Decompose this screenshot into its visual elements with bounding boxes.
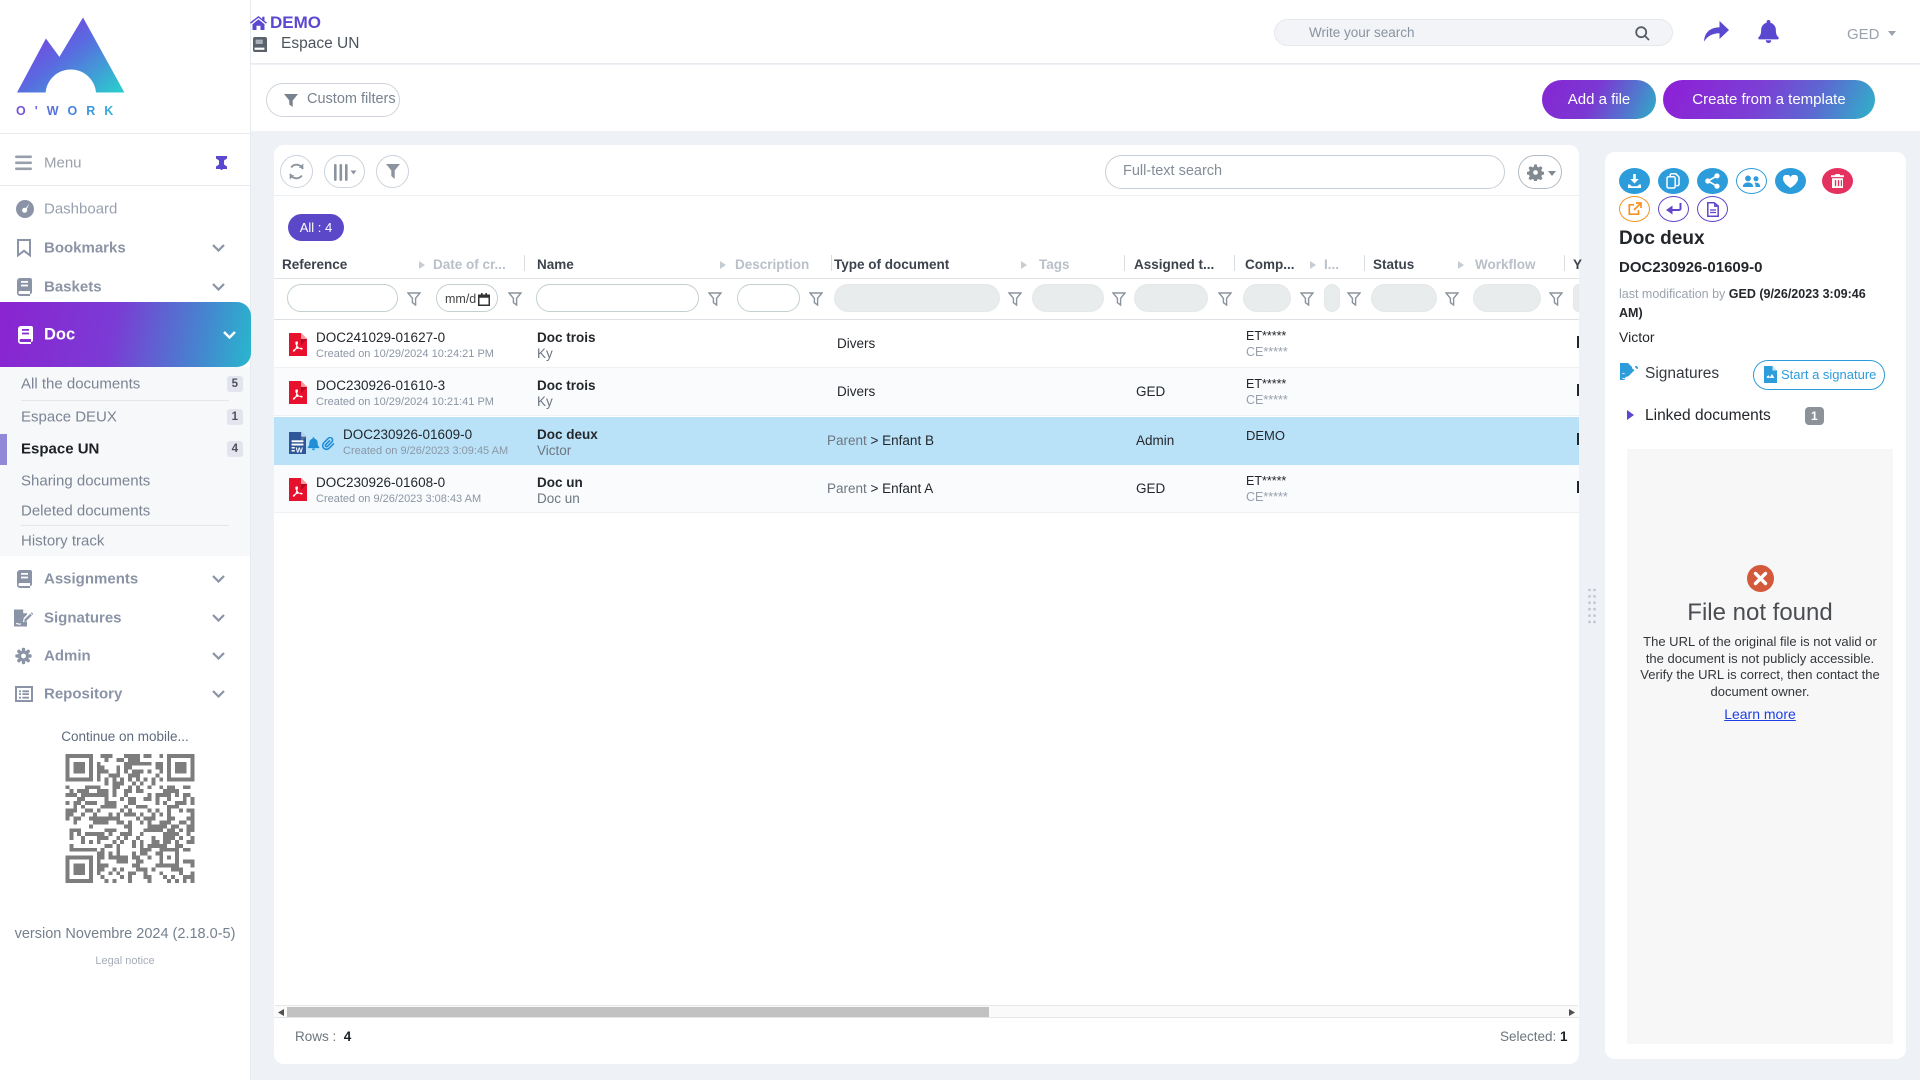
svg-text:W: W: [296, 445, 304, 454]
svg-text:O'WORK: O'WORK: [16, 104, 122, 118]
